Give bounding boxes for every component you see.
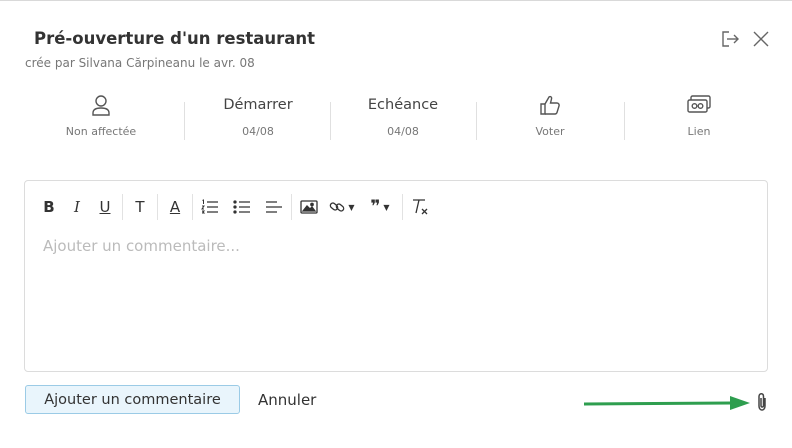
paperclip-icon [758,393,766,411]
image-icon [300,200,318,214]
align-left-icon [266,201,282,213]
font-color-button[interactable]: A [161,194,189,220]
comment-editor[interactable]: B I U T A ▼ ❞ ▼ Ajouter un commentaire..… [24,180,768,372]
task-stats-bar: Non affectée Démarrer 04/08 Echéance 04/… [28,92,776,148]
toolbar-divider [402,194,403,220]
annotation-arrow [583,396,750,410]
vote-label: Voter [535,125,565,138]
thumbs-up-icon [540,95,560,115]
assignee-stat[interactable]: Non affectée [28,92,174,148]
user-icon [92,95,110,116]
vote-stat[interactable]: Voter [477,92,623,148]
due-date-value: 04/08 [387,125,419,138]
insert-link-button[interactable]: ▼ [323,194,361,220]
bold-button[interactable]: B [35,194,63,220]
chevron-down-icon: ▼ [348,202,355,212]
toolbar-divider [122,194,123,220]
toolbar-divider [291,194,292,220]
comment-input-placeholder[interactable]: Ajouter un commentaire... [43,237,240,255]
clear-format-icon [413,199,428,215]
ordered-list-button[interactable] [196,194,224,220]
exit-button[interactable] [719,28,741,50]
clear-format-button[interactable] [406,194,434,220]
due-date-stat[interactable]: Echéance 04/08 [330,92,476,148]
task-title: Pré-ouverture d'un restaurant [34,29,316,48]
assignee-label: Non affectée [65,125,137,138]
bullet-list-icon [233,200,250,214]
bullet-list-button[interactable] [224,194,260,220]
toolbar-divider [157,194,158,220]
top-divider [0,0,792,1]
ordered-list-icon [201,199,218,214]
close-icon [753,31,769,47]
link-label: Lien [687,125,711,138]
exit-icon [722,31,739,47]
due-date-title: Echéance [367,97,439,113]
text-style-button[interactable]: T [126,194,154,220]
task-subtitle: crée par Silvana Cărpineanu le avr. 08 [25,56,255,70]
attach-file-button[interactable] [751,390,773,414]
italic-button[interactable]: I [63,194,91,220]
chain-link-icon [330,202,345,212]
insert-image-button[interactable] [295,194,323,220]
align-button[interactable] [260,194,288,220]
blockquote-button[interactable]: ❞ ▼ [361,194,399,220]
chevron-down-icon: ▼ [383,202,390,212]
underline-button[interactable]: U [91,194,119,220]
start-date-stat[interactable]: Démarrer 04/08 [185,92,331,148]
start-date-title: Démarrer [223,97,293,113]
link-icon [687,95,711,113]
quote-icon: ❞ [370,197,381,217]
toolbar-divider [192,194,193,220]
cancel-button[interactable]: Annuler [258,391,316,409]
stat-divider [624,102,625,140]
link-stat[interactable]: Lien [626,92,772,148]
editor-toolbar: B I U T A ▼ ❞ ▼ [35,193,434,221]
start-date-value: 04/08 [242,125,274,138]
close-button[interactable] [750,28,772,50]
add-comment-button[interactable]: Ajouter un commentaire [25,385,240,414]
